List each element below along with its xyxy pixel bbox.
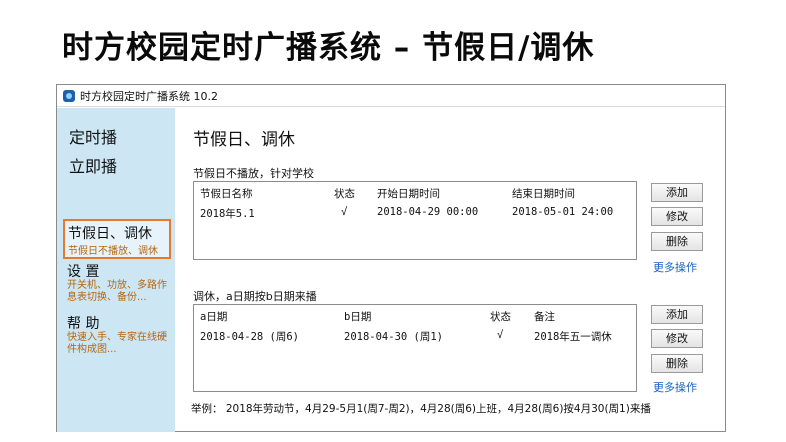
cell-note: 2018年五一调休 [534, 331, 612, 343]
sidebar-item-settings-subtitle: 开关机、功放、多路作息表切换、备份... [67, 280, 167, 303]
cell-a-date: 2018-04-28 (周6) [200, 331, 300, 343]
column-header-status: 状态 [334, 188, 355, 200]
cell-end-datetime: 2018-05-01 24:00 [512, 206, 614, 218]
holiday-list[interactable]: 节假日名称 状态 开始日期时间 结束日期时间 2018年5.1 √ 2018-0… [193, 181, 637, 260]
holiday-delete-button[interactable]: 删除 [651, 232, 703, 251]
swap-list[interactable]: a日期 b日期 状态 备注 2018-04-28 (周6) 2018-04-30… [193, 304, 637, 392]
holiday-section-label: 节假日不播放，针对学校 [193, 167, 314, 180]
sidebar-item-timed-broadcast[interactable]: 定时播 [69, 124, 117, 148]
window-title: 时方校园定时广播系统 10.2 [80, 89, 218, 103]
column-header-end: 结束日期时间 [512, 188, 575, 200]
column-header-name: 节假日名称 [200, 188, 253, 200]
table-row[interactable]: 2018-04-28 (周6) 2018-04-30 (周1) √ 2018年五… [194, 325, 636, 345]
sidebar-item-help-subtitle: 快速入手、专家在线硬件构成图... [67, 332, 167, 355]
table-row[interactable]: 2018年5.1 √ 2018-04-29 00:00 2018-05-01 2… [194, 202, 636, 222]
sidebar-item-holidays[interactable]: 节假日、调休 节假日不播放、调休 [63, 219, 171, 259]
check-icon: √ [341, 206, 348, 218]
app-window: 时方校园定时广播系统 10.2 定时播 立即播 节假日、调休 节假日不播放、调休… [56, 84, 726, 432]
app-logo-icon [63, 89, 75, 102]
sidebar-item-holidays-subtitle: 节假日不播放、调休 [68, 246, 158, 257]
example-note: 举例： 2018年劳动节，4月29-5月1(周7-周2)，4月28(周6)上班，… [191, 403, 651, 415]
sidebar-item-help[interactable]: 帮 助 [67, 313, 99, 333]
holiday-more-actions-link[interactable]: 更多操作 [653, 259, 697, 275]
sidebar: 定时播 立即播 节假日、调休 节假日不播放、调休 设 置 开关机、功放、多路作息… [57, 108, 175, 432]
page-headline: 时方校园定时广播系统 – 节假日/调休 [62, 30, 595, 66]
cell-b-date: 2018-04-30 (周1) [344, 331, 444, 343]
swap-delete-button[interactable]: 删除 [651, 354, 703, 373]
window-titlebar: 时方校园定时广播系统 10.2 [57, 85, 725, 107]
sidebar-item-instant-broadcast[interactable]: 立即播 [69, 153, 117, 177]
holiday-list-header: 节假日名称 状态 开始日期时间 结束日期时间 [194, 182, 636, 202]
holiday-add-button[interactable]: 添加 [651, 183, 703, 202]
cell-holiday-name: 2018年5.1 [200, 208, 255, 220]
swap-section-label: 调休，a日期按b日期来播 [193, 290, 317, 303]
sidebar-item-settings[interactable]: 设 置 [67, 261, 99, 281]
column-header-b-date: b日期 [344, 311, 372, 323]
swap-list-header: a日期 b日期 状态 备注 [194, 305, 636, 325]
column-header-start: 开始日期时间 [377, 188, 440, 200]
column-header-note: 备注 [534, 311, 555, 323]
cell-start-datetime: 2018-04-29 00:00 [377, 206, 479, 218]
swap-more-actions-link[interactable]: 更多操作 [653, 379, 697, 395]
check-icon: √ [497, 329, 504, 341]
page-title: 节假日、调休 [193, 130, 295, 150]
column-header-status: 状态 [490, 311, 511, 323]
swap-add-button[interactable]: 添加 [651, 305, 703, 324]
sidebar-item-holidays-label: 节假日、调休 [68, 226, 152, 242]
column-header-a-date: a日期 [200, 311, 228, 323]
swap-modify-button[interactable]: 修改 [651, 329, 703, 348]
holiday-modify-button[interactable]: 修改 [651, 207, 703, 226]
